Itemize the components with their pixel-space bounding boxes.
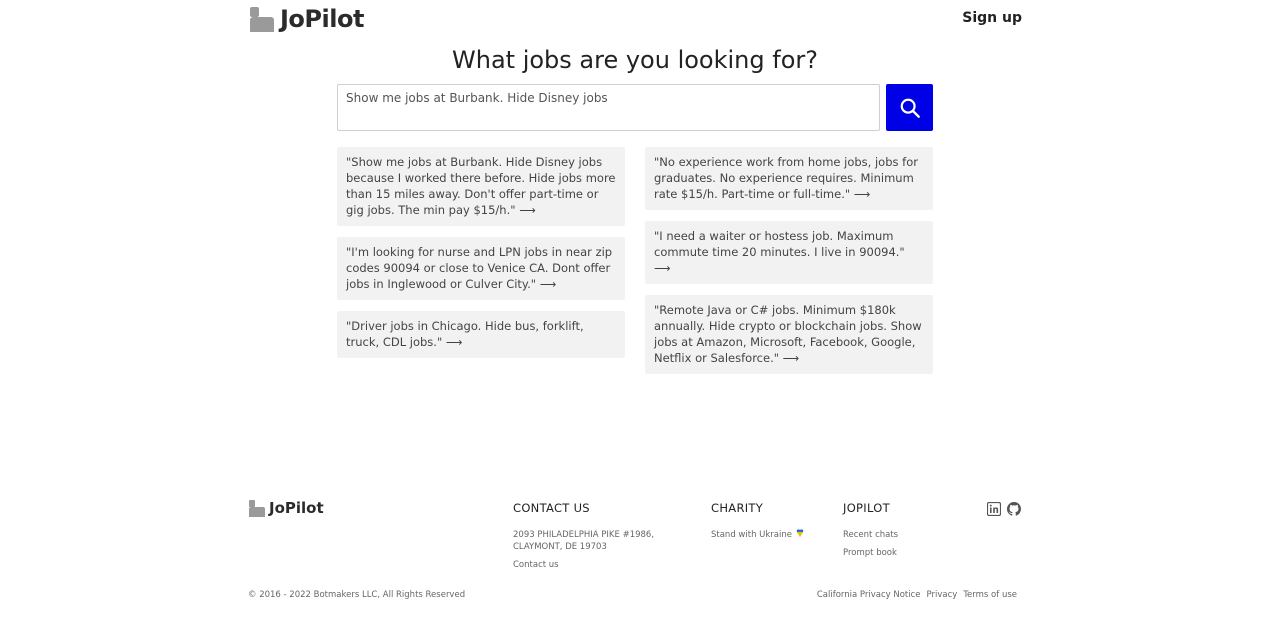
- footer-logo-text: JoPilot: [269, 499, 324, 517]
- page-title: What jobs are you looking for?: [452, 46, 818, 74]
- footer-charity-heading: CHARITY: [711, 501, 764, 515]
- search-input[interactable]: [337, 84, 880, 131]
- logo[interactable]: JoPilot: [250, 6, 364, 32]
- footer-contact: CONTACT US 2093 PHILADELPHIA PIKE #1986,…: [513, 501, 698, 571]
- example-prompts: "Show me jobs at Burbank. Hide Disney jo…: [337, 147, 933, 374]
- example-prompt-card[interactable]: "Show me jobs at Burbank. Hide Disney jo…: [337, 147, 625, 226]
- footer-address: 2093 PHILADELPHIA PIKE #1986, CLAYMONT, …: [513, 530, 655, 552]
- terms-of-use-link[interactable]: Terms of use: [963, 590, 1017, 600]
- social-links: [987, 502, 1021, 516]
- linkedin-link[interactable]: [987, 502, 1001, 516]
- contact-us-link[interactable]: Contact us: [513, 559, 698, 571]
- footer-charity: CHARITY Stand with Ukraine: [711, 501, 804, 541]
- example-column-left: "Show me jobs at Burbank. Hide Disney jo…: [337, 147, 625, 374]
- example-prompt-card[interactable]: "Driver jobs in Chicago. Hide bus, forkl…: [337, 311, 625, 358]
- github-icon: [1007, 502, 1021, 516]
- footer-logo-mark-icon: [249, 500, 265, 517]
- footer-jopilot-heading: JOPILOT: [843, 501, 890, 515]
- example-prompt-card[interactable]: "I need a waiter or hostess job. Maximum…: [645, 221, 933, 284]
- footer-logo[interactable]: JoPilot: [249, 500, 324, 517]
- ukraine-heart-icon: [796, 529, 803, 537]
- privacy-link[interactable]: Privacy: [927, 590, 958, 600]
- example-column-right: "No experience work from home jobs, jobs…: [645, 147, 933, 374]
- logo-text: JoPilot: [280, 5, 364, 33]
- footer-contact-heading: CONTACT US: [513, 501, 590, 515]
- linkedin-icon: [987, 502, 1001, 516]
- stand-with-ukraine-link[interactable]: Stand with Ukraine: [711, 529, 804, 541]
- sign-up-link[interactable]: Sign up: [962, 10, 1022, 26]
- search-icon: [900, 98, 920, 118]
- legal-links: California Privacy Notice Privacy Terms …: [817, 590, 1017, 600]
- github-link[interactable]: [1007, 502, 1021, 516]
- search-button[interactable]: [886, 84, 933, 131]
- example-prompt-card[interactable]: "I'm looking for nurse and LPN jobs in n…: [337, 237, 625, 300]
- prompt-book-link[interactable]: Prompt book: [843, 547, 898, 559]
- search-bar: [337, 84, 933, 131]
- recent-chats-link[interactable]: Recent chats: [843, 529, 898, 541]
- copyright: © 2016 - 2022 Botmakers LLC, All Rights …: [248, 590, 466, 600]
- footer-jopilot: JOPILOT Recent chats Prompt book: [843, 501, 898, 565]
- logo-mark-icon: [250, 7, 274, 32]
- example-prompt-card[interactable]: "No experience work from home jobs, jobs…: [645, 147, 933, 210]
- stand-with-ukraine-label: Stand with Ukraine: [711, 530, 792, 540]
- california-privacy-link[interactable]: California Privacy Notice: [817, 590, 921, 600]
- example-prompt-card[interactable]: "Remote Java or C# jobs. Minimum $180k a…: [645, 295, 933, 374]
